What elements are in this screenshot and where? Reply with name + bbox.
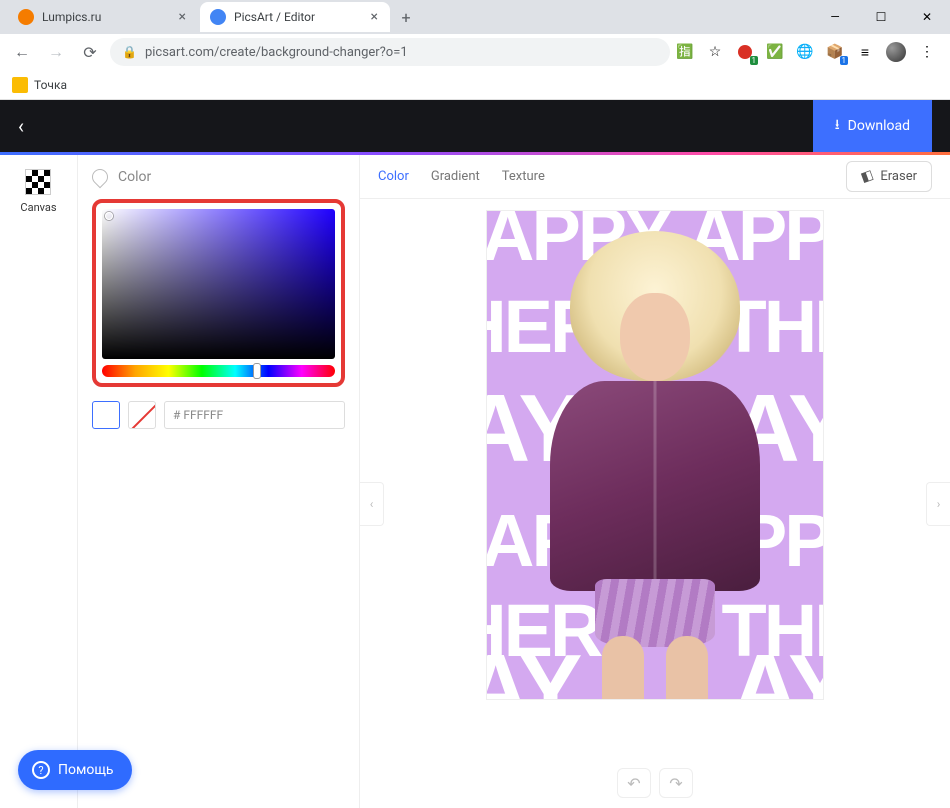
eraser-button[interactable]: ◧ Eraser <box>846 161 932 192</box>
eraser-icon: ◧ <box>859 167 876 185</box>
tab-title: PicsArt / Editor <box>234 10 315 24</box>
lock-icon: 🔒 <box>122 45 137 59</box>
face-shape <box>620 293 690 381</box>
extensions-row: 🈯 ☆ 1 ✅ 🌐 📦1 ≡ ⋮ <box>676 42 942 62</box>
close-icon[interactable]: × <box>369 9 380 25</box>
download-icon: ⭳ <box>835 114 840 138</box>
window-controls: — ☐ ✕ <box>812 0 950 34</box>
help-label: Помощь <box>58 762 114 778</box>
close-icon[interactable]: × <box>177 9 188 25</box>
saturation-value-picker[interactable] <box>102 209 335 359</box>
main-area: Canvas Color Color Gradient Texture <box>0 155 950 808</box>
subtab-texture[interactable]: Texture <box>502 169 545 184</box>
hue-slider[interactable] <box>102 365 335 377</box>
help-fab[interactable]: ? Помощь <box>18 750 132 790</box>
translate-icon[interactable]: 🈯 <box>676 43 694 61</box>
canvas-icon <box>25 169 51 195</box>
close-window-button[interactable]: ✕ <box>904 0 950 34</box>
extension-icon[interactable]: 1 <box>736 43 754 61</box>
sv-knob[interactable] <box>105 212 113 220</box>
prev-page-button[interactable]: ‹ <box>360 482 384 526</box>
color-picker-highlight <box>92 199 345 387</box>
download-label: Download <box>848 118 910 134</box>
hue-knob[interactable] <box>253 363 261 379</box>
download-button[interactable]: ⭳ Download <box>813 100 932 152</box>
tool-rail: Canvas <box>0 155 78 808</box>
eraser-label: Eraser <box>880 169 917 184</box>
nav-back-button[interactable]: ← <box>8 38 36 66</box>
panel-title: Color <box>118 169 151 185</box>
leg-shape <box>666 636 708 699</box>
url-input[interactable]: 🔒 picsart.com/create/background-changer?… <box>110 38 670 66</box>
extension-icon[interactable]: 📦1 <box>826 43 844 61</box>
swatch-row <box>92 401 345 429</box>
url-text: picsart.com/create/background-changer?o=… <box>145 45 408 60</box>
hex-input[interactable] <box>164 401 345 429</box>
no-color-swatch[interactable] <box>128 401 156 429</box>
help-icon: ? <box>32 761 50 779</box>
current-swatch[interactable] <box>92 401 120 429</box>
chrome-menu-button[interactable]: ⋮ <box>918 43 936 61</box>
new-tab-button[interactable]: + <box>392 3 420 31</box>
person-figure <box>530 231 780 699</box>
extension-icon[interactable]: 🌐 <box>796 43 814 61</box>
app-header: ‹ PicsArt Tools Beta ⭳ Download <box>0 100 950 152</box>
zip-line <box>654 381 657 591</box>
reading-list-icon[interactable]: ≡ <box>856 43 874 61</box>
subtab-gradient[interactable]: Gradient <box>431 169 480 184</box>
canvas-stage: APPY APPY THER THER AY AY APPY APPY THER… <box>360 199 950 808</box>
color-panel: Color <box>78 155 360 808</box>
leg-shape <box>602 636 644 699</box>
artwork-preview[interactable]: APPY APPY THER THER AY AY APPY APPY THER… <box>487 211 823 699</box>
maximize-button[interactable]: ☐ <box>858 0 904 34</box>
next-page-button[interactable]: › <box>926 482 950 526</box>
rail-label: Canvas <box>20 201 56 214</box>
canvas-area: Color Gradient Texture ◧ Eraser APPY APP… <box>360 155 950 808</box>
undo-redo-bar: ↶ ↷ <box>617 768 693 798</box>
favicon-icon <box>18 9 34 25</box>
undo-button[interactable]: ↶ <box>617 768 651 798</box>
bookmarks-bar: Точка <box>0 70 950 100</box>
panel-header: Color <box>92 169 345 185</box>
app-back-button[interactable]: ‹ <box>18 114 24 138</box>
favicon-icon <box>210 9 226 25</box>
tab-picsart[interactable]: PicsArt / Editor × <box>200 2 390 32</box>
window-titlebar: Lumpics.ru × PicsArt / Editor × + — ☐ ✕ <box>0 0 950 34</box>
bookmark-folder-icon <box>12 77 28 93</box>
bookmark-star-icon[interactable]: ☆ <box>706 43 724 61</box>
droplet-icon <box>89 166 112 189</box>
extension-icon[interactable]: ✅ <box>766 43 784 61</box>
rail-item-canvas[interactable]: Canvas <box>20 169 56 214</box>
profile-avatar[interactable] <box>886 42 906 62</box>
subtab-color[interactable]: Color <box>378 169 409 184</box>
address-bar: ← → ⟳ 🔒 picsart.com/create/background-ch… <box>0 34 950 70</box>
minimize-button[interactable]: — <box>812 0 858 34</box>
subtab-bar: Color Gradient Texture ◧ Eraser <box>360 155 950 199</box>
redo-button[interactable]: ↷ <box>659 768 693 798</box>
